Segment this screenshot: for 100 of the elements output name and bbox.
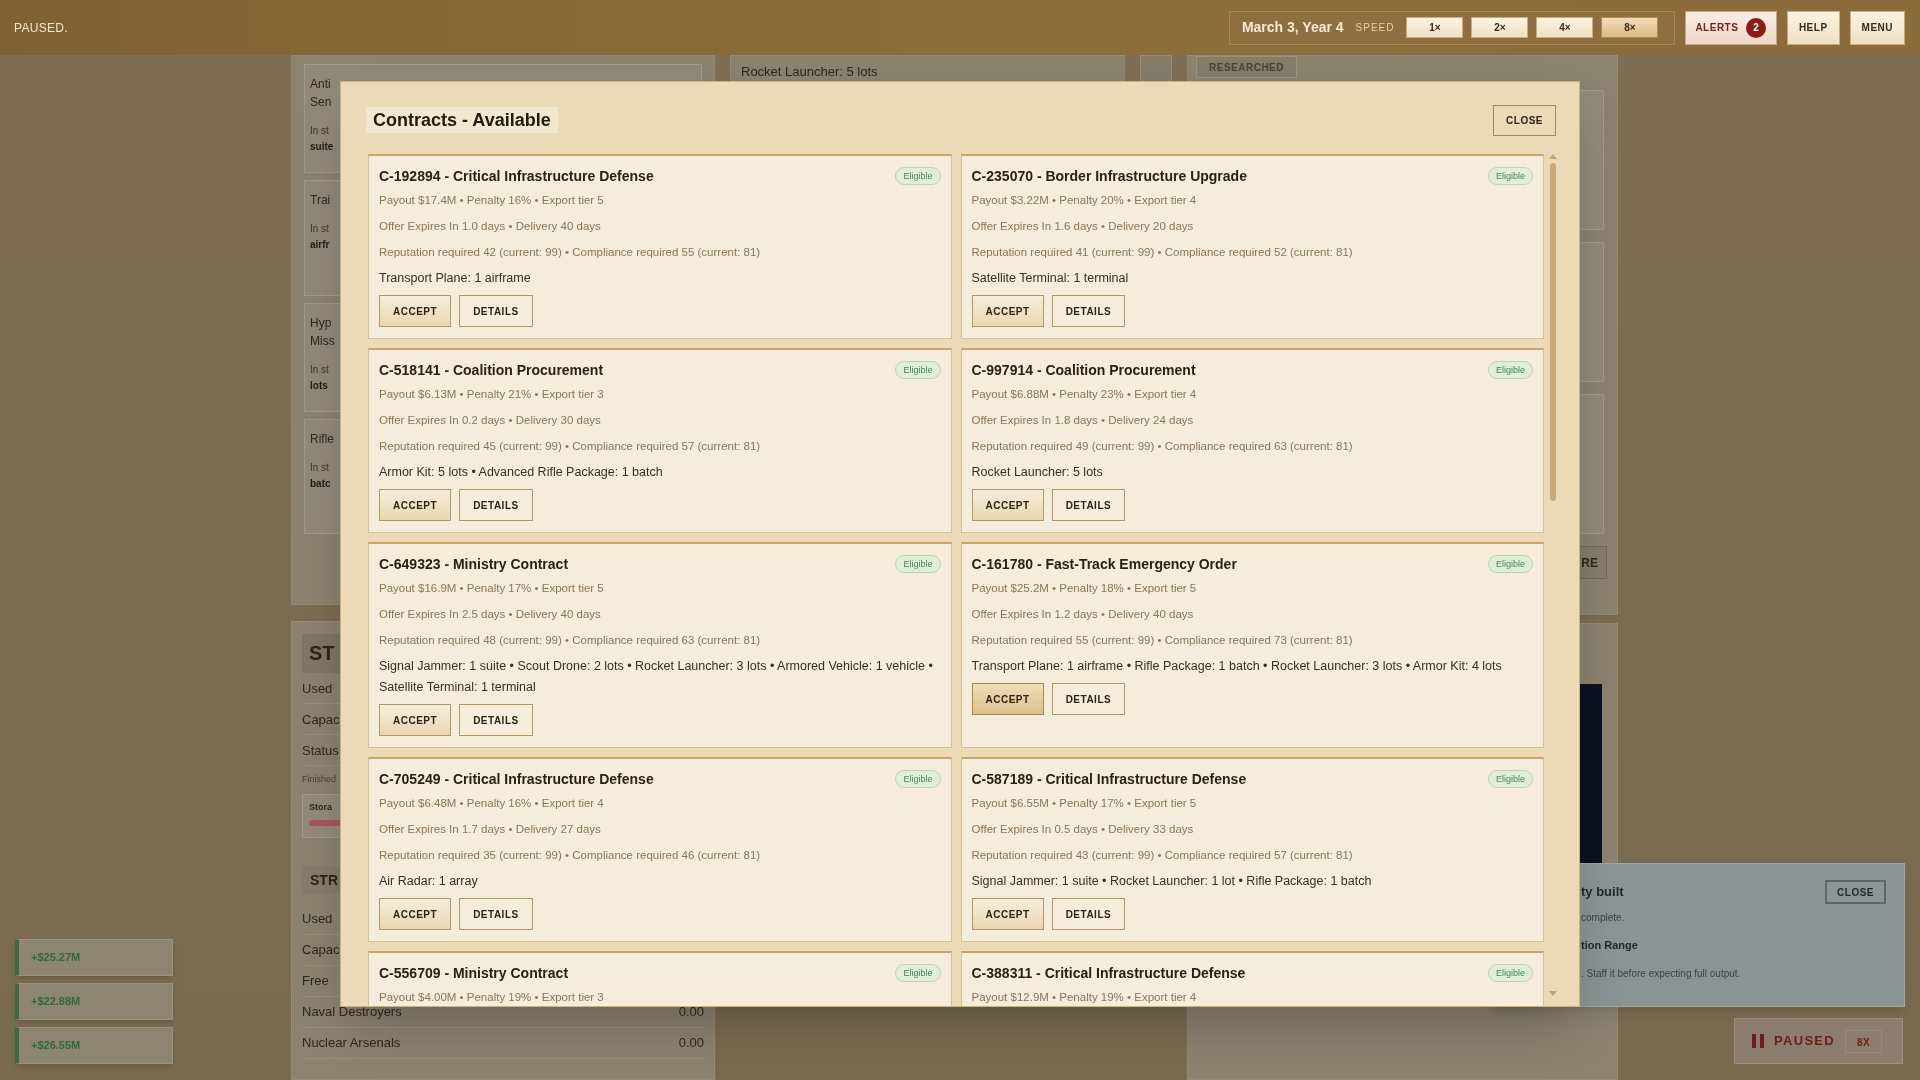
contract-detail: Offer Expires In 1.8 days • Delivery 24 days — [971, 413, 1195, 428]
contract-detail: Payout $6.48M • Penalty 16% • Export tier 4 — [379, 796, 605, 811]
speed-button[interactable]: 4× — [1536, 17, 1594, 38]
contract-items: Rocket Launcher: 5 lots — [971, 464, 1104, 481]
details-button[interactable]: DETAILS — [1051, 295, 1126, 327]
stock-label: In st — [310, 222, 329, 236]
contract-items: Armor Kit: 5 lots • Advanced Rifle Package: 1 batch — [379, 464, 664, 481]
contract-detail: Reputation required 42 (current: 99) • Compliance required 55 (current: 81) — [379, 245, 762, 260]
details-button[interactable]: DETAILS — [459, 295, 533, 327]
contract-detail: Offer Expires In 1.6 days • Delivery 20 days — [971, 219, 1195, 234]
accept-button[interactable]: ACCEPT — [971, 295, 1044, 327]
top-bar-button[interactable]: MENU — [1849, 10, 1905, 45]
eligible-badge: Eligible — [1487, 361, 1533, 379]
note-text: Finished — [302, 773, 337, 786]
eligible-badge: Eligible — [1487, 167, 1533, 185]
details-button[interactable]: DETAILS — [1051, 489, 1126, 521]
eligible-badge: Eligible — [895, 555, 941, 573]
contract-detail: Reputation required 55 (current: 99) • Compliance required 73 (current: 81) — [971, 633, 1354, 648]
speed-label: SPEED — [1355, 21, 1395, 35]
eligible-badge: Eligible — [895, 361, 941, 379]
contract-items: Transport Plane: 1 airframe — [379, 270, 532, 287]
close-button[interactable]: CLOSE — [1825, 880, 1886, 904]
accept-button[interactable]: ACCEPT — [379, 898, 452, 930]
status-text: PAUSED. — [14, 19, 68, 37]
row-value: 0.00 — [678, 1002, 704, 1021]
contract-title: C-705249 - Critical Infrastructure Defense — [379, 769, 654, 789]
contract-title: C-997914 - Coalition Procurement — [971, 360, 1196, 380]
contract-detail: Payout $6.13M • Penalty 21% • Export tier 3 — [379, 387, 605, 402]
stock-quantity: batc — [310, 477, 331, 491]
notification-subtitle: tion Range — [1581, 938, 1639, 953]
contract-title: C-388311 - Critical Infrastructure Defense — [971, 963, 1246, 983]
eligible-badge: Eligible — [895, 167, 941, 185]
contract-items: Signal Jammer: 1 suite • Rocket Launcher: 1 lot • Rifle Package: 1 batch — [971, 873, 1373, 890]
contract-detail: Offer Expires In 1.0 days • Delivery 40 days — [379, 219, 602, 234]
top-bar-button[interactable]: HELP — [1786, 10, 1840, 45]
alert-count-badge: 2 — [1746, 17, 1767, 38]
item-name: Miss — [310, 333, 335, 350]
notification-text: . Staff it before expecting full output. — [1581, 966, 1742, 981]
alerts-button[interactable]: ALERTS 2 — [1684, 10, 1777, 45]
eligible-badge: Eligible — [1487, 555, 1533, 573]
contract-detail: Reputation required 43 (current: 99) • Compliance required 57 (current: 81) — [971, 848, 1354, 863]
stock-quantity: suite — [310, 140, 334, 154]
contract-detail: Reputation required 48 (current: 99) • Compliance required 63 (current: 81) — [379, 633, 762, 648]
speed-button[interactable]: 1× — [1406, 17, 1464, 38]
contract-items: Air Radar: 1 array — [379, 873, 479, 890]
row-value: 0.00 — [678, 1033, 704, 1052]
speed-button[interactable]: 2× — [1471, 17, 1529, 38]
stock-quantity: lots — [310, 379, 328, 393]
accept-button[interactable]: ACCEPT — [971, 683, 1044, 715]
row-label: Capac — [302, 940, 340, 959]
money-amount: +$25.27M — [31, 950, 81, 966]
contract-detail: Payout $25.2M • Penalty 18% • Export tier 5 — [971, 581, 1198, 596]
accept-button[interactable]: ACCEPT — [379, 489, 452, 521]
speed-button[interactable]: 8× — [1601, 17, 1659, 38]
details-button[interactable]: DETAILS — [1051, 683, 1126, 715]
contract-detail: Payout $17.4M • Penalty 16% • Export tier 5 — [379, 193, 605, 208]
row-label: Used — [302, 909, 333, 928]
row-label: Free — [302, 971, 329, 990]
contract-detail: Offer Expires In 1.7 days • Delivery 27 days — [379, 822, 602, 837]
row-label: Naval Destroyers — [302, 1003, 402, 1021]
eligible-badge: Eligible — [1487, 964, 1533, 982]
details-button[interactable]: DETAILS — [459, 489, 533, 521]
money-amount: +$26.55M — [31, 1038, 81, 1054]
close-button[interactable]: CLOSE — [1493, 104, 1556, 136]
contract-title: C-235070 - Border Infrastructure Upgrade — [971, 166, 1247, 186]
contract-detail: Payout $16.9M • Penalty 17% • Export tier 5 — [379, 581, 605, 596]
accept-button[interactable]: ACCEPT — [379, 704, 452, 736]
row-label: Nuclear Arsenals — [302, 1033, 401, 1052]
accept-button[interactable]: ACCEPT — [379, 295, 452, 327]
contract-detail: Offer Expires In 1.2 days • Delivery 40 days — [971, 607, 1195, 622]
contract-detail: Payout $3.22M • Penalty 20% • Export tier 4 — [971, 193, 1198, 208]
pause-icon — [1752, 1034, 1764, 1048]
details-button[interactable]: DETAILS — [459, 898, 533, 930]
contract-detail: Offer Expires In 2.5 days • Delivery 40 days — [379, 607, 602, 622]
accept-button[interactable]: ACCEPT — [971, 898, 1044, 930]
contract-title: C-649323 - Ministry Contract — [379, 554, 569, 574]
details-button[interactable]: DETAILS — [459, 704, 533, 736]
contract-detail: Reputation required 41 (current: 99) • Compliance required 52 (current: 81) — [971, 245, 1354, 260]
contract-title: C-556709 - Ministry Contract — [379, 963, 569, 983]
contract-detail: Reputation required 45 (current: 99) • Compliance required 57 (current: 81) — [379, 439, 762, 454]
contract-items: Satellite Terminal: 1 terminal — [971, 270, 1130, 287]
notification-title: ty built — [1581, 883, 1624, 902]
dialog-title: Contracts - Available — [366, 107, 558, 133]
item-name: Hyp — [310, 315, 332, 332]
contract-detail: Reputation required 35 (current: 99) • Compliance required 46 (current: 81) — [379, 848, 762, 863]
money-amount: +$22.88M — [31, 994, 81, 1010]
date-text: March 3, Year 4 — [1241, 18, 1344, 37]
item-name: Anti — [310, 76, 331, 93]
contract-title: C-587189 - Critical Infrastructure Defense — [971, 769, 1247, 789]
order-text: Rocket Launcher: 5 lots — [741, 64, 878, 79]
item-name: Rifle — [310, 431, 334, 448]
item-name: Sen — [310, 94, 332, 111]
item-name: Trai — [310, 192, 331, 209]
contract-detail: Payout $6.88M • Penalty 23% • Export tier 4 — [971, 387, 1198, 402]
pause-label: PAUSED — [1774, 1032, 1835, 1051]
contract-title: C-192894 - Critical Infrastructure Defense — [379, 166, 654, 186]
stock-label: In st — [310, 461, 329, 475]
accept-button[interactable]: ACCEPT — [971, 489, 1044, 521]
contract-detail: Payout $4.00M • Penalty 19% • Export tier 3 — [379, 990, 605, 1005]
details-button[interactable]: DETAILS — [1051, 898, 1126, 930]
